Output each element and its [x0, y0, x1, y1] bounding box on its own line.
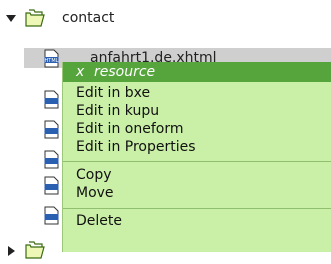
menu-separator	[63, 208, 331, 209]
html-file-icon[interactable]	[44, 120, 59, 139]
html-file-icon: HTML	[44, 49, 59, 68]
menu-item-edit-kupu[interactable]: Edit in kupu	[63, 102, 331, 120]
menu-item-edit-oneform[interactable]: Edit in oneform	[63, 120, 331, 138]
html-file-icon[interactable]	[44, 176, 59, 195]
context-menu: x resource Edit in bxe Edit in kupu Edit…	[62, 62, 331, 252]
svg-text:HTML: HTML	[45, 58, 59, 64]
context-menu-title: resource	[94, 64, 156, 80]
menu-item-edit-properties[interactable]: Edit in Properties	[63, 138, 331, 156]
menu-separator	[63, 161, 331, 162]
folder-open-icon	[25, 241, 45, 259]
menu-item-move[interactable]: Move	[63, 184, 331, 202]
context-menu-header: x resource	[63, 62, 331, 82]
menu-item-edit-bxe[interactable]: Edit in bxe	[63, 84, 331, 102]
folder-label: contact	[62, 10, 115, 26]
html-file-icon[interactable]	[44, 206, 59, 225]
folder-open-icon	[25, 9, 45, 27]
menu-item-delete[interactable]: Delete	[63, 212, 331, 230]
tree-node-contact[interactable]: contact	[0, 8, 331, 30]
expand-arrow-icon[interactable]	[8, 246, 15, 256]
collapse-arrow-icon[interactable]	[6, 15, 16, 22]
menu-item-copy[interactable]: Copy	[63, 166, 331, 184]
html-file-icon[interactable]	[44, 90, 59, 109]
close-menu-button[interactable]: x	[76, 63, 84, 81]
html-file-icon[interactable]	[44, 150, 59, 169]
tree-view: contact HTML anfahrt1.de.xhtml x resourc…	[0, 0, 331, 264]
